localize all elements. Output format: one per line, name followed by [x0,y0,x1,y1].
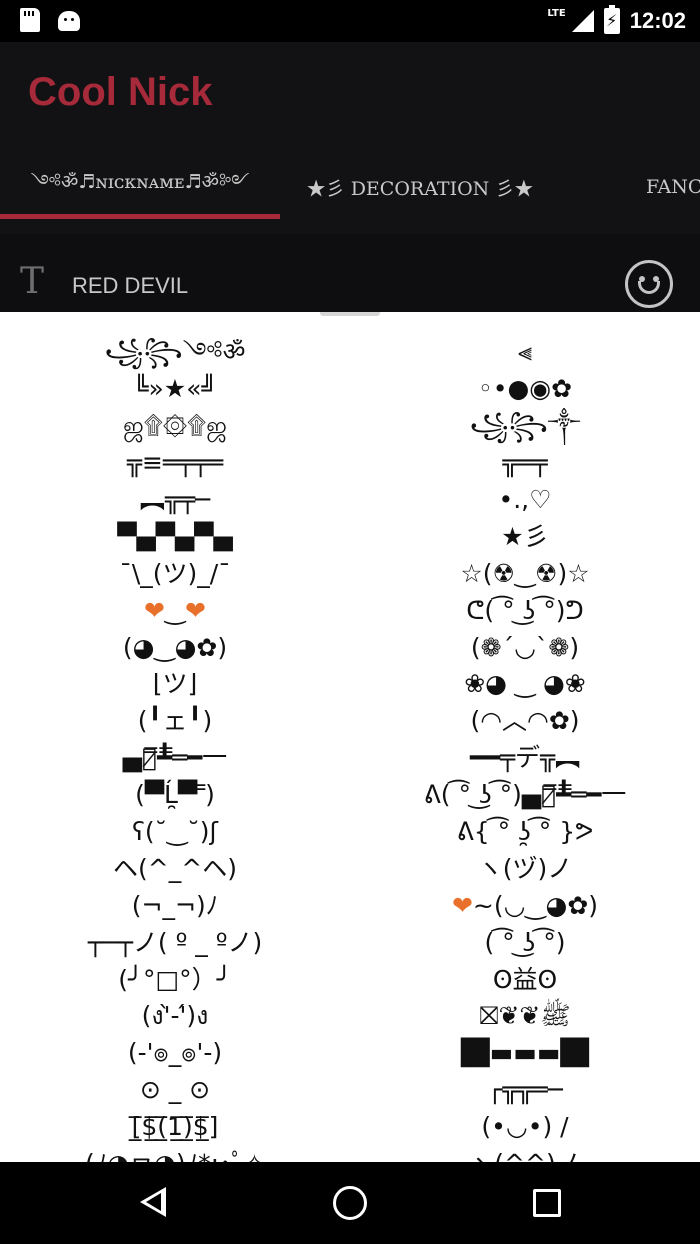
drag-handle[interactable] [320,312,380,316]
list-item[interactable]: ⫷ [360,334,690,371]
status-bar: LTE ⚡ 12:02 [0,0,700,42]
list-item[interactable]: ʕ(˘‿˘)ʃ [10,814,340,851]
list-item[interactable]: ᕦ( ͡° ͜ʖ ͡°)ᕤ [360,592,690,629]
list-item[interactable]: •.,♡ [360,482,690,519]
list-item[interactable]: ❀◕ ‿ ◕❀ [360,666,690,703]
network-type: LTE [547,7,566,19]
list-item[interactable]: ヽ(ヅ)ノ [360,850,690,887]
list-item[interactable]: [̲̅$̲̅(̲̅1̲̅)̲̅$̲̅] [10,1109,340,1146]
signal-icon [571,10,594,32]
list-item[interactable]: ╚»★«╝ [10,371,340,408]
list-item[interactable]: ▀▄▀▄▀▄ [10,518,340,555]
list-item[interactable]: ஜ۩۞۩ஜ [10,408,340,445]
app-title: Cool Nick [28,70,213,114]
list-item[interactable]: (-'๏_๏'-) [10,1035,340,1072]
tab-fancy[interactable]: FANCY [560,152,700,222]
list-item[interactable]: ʘ益ʘ [360,961,690,998]
list-item[interactable]: ━━╤デ╦︻ [360,740,690,777]
home-icon[interactable] [333,1186,367,1220]
list-item[interactable]: ⌊ツ⌋ [10,666,340,703]
list-item[interactable]: ❤ ‿ ❤ [10,592,340,629]
list-item[interactable]: (◠︿◠✿) [360,703,690,740]
list-item[interactable]: ヽ(^^)ノ [360,1146,690,1162]
list-item[interactable]: (▀̿Ĺ̯▀̿ ̿) [10,777,340,814]
app-bar: Cool Nick ༺ॐ♬ɴɪᴄᴋɴᴀᴍᴇ♬ॐ༻ ★彡 DECORATION 彡… [0,42,700,234]
nickname-input-bar: T [0,234,700,312]
list-item[interactable]: (╯°□°）╯ [10,961,340,998]
list-item[interactable]: ╦═╤ [360,445,690,482]
list-item[interactable]: ꧁꧂༺ॐ [10,334,340,371]
list-item[interactable]: (ﾉ◕ヮ◕)ﾉ*:･ﾟ✧ [10,1146,340,1162]
list-item[interactable]: ︻╦╤─ [10,482,340,519]
tab-nickname[interactable]: ༺ॐ♬ɴɪᴄᴋɴᴀᴍᴇ♬ॐ༻ [0,152,280,222]
tab-indicator [0,214,280,219]
text-icon: T [20,261,45,302]
list-item[interactable]: ❤ ~(◡‿◕✿) [360,887,690,924]
list-item[interactable]: (❁´◡`❁) [360,629,690,666]
list-column-right: ⫷ ◦•●◉✿ ꧁꧂༒ ╦═╤ •.,♡ ★彡 ☆(☢‿☢)☆ ᕦ( ͡° ͜ʖ ͡°)ᕤ (❁… [350,334,700,1162]
list-item[interactable]: ┌╦╦═─ [360,1072,690,1109]
list-item[interactable]: ▐█▬▬▬█▌ [360,1035,690,1072]
list-item[interactable]: ╦≡═╤╤═ [10,445,340,482]
list-item[interactable]: ¯\_(ツ)_/¯ [10,555,340,592]
tab-decoration[interactable]: ★彡 DECORATION 彡★ [280,152,560,222]
list-item[interactable]: ᕕ( ͡° ͜ʖ ͡°)▄︻̷̿┻̿═━一 [360,777,690,814]
list-item[interactable]: ☆(☢‿☢)☆ [360,555,690,592]
android-icon [58,11,80,31]
list-item[interactable]: (╹ェ╹) [10,703,340,740]
list-column-left: ꧁꧂༺ॐ ╚»★«╝ ஜ۩۞۩ஜ ╦≡═╤╤═ ︻╦╤─ ▀▄▀▄▀▄ ¯\_(ツ)_/¯ ❤… [0,334,350,1162]
list-item[interactable]: ◦•●◉✿ [360,371,690,408]
list-item[interactable]: ▄︻̷̿┻̿═━一 [10,740,340,777]
list-item[interactable]: (•◡•) / [360,1109,690,1146]
battery-icon: ⚡ [603,5,620,34]
clock: 12:02 [629,8,686,33]
smiley-icon[interactable] [625,260,673,308]
list-item[interactable]: ⛝❦❦ﷺ [360,998,690,1035]
list-item[interactable]: ( ͡° ͜ʖ ͡°) [360,924,690,961]
navigation-bar [0,1162,700,1244]
list-item[interactable]: ⊙ _ ⊙ [10,1072,340,1109]
list-item[interactable]: (◕‿◕✿) [10,629,340,666]
back-icon[interactable] [140,1187,166,1217]
recents-icon[interactable] [533,1189,561,1217]
nickname-list: ꧁꧂༺ॐ ╚»★«╝ ஜ۩۞۩ஜ ╦≡═╤╤═ ︻╦╤─ ▀▄▀▄▀▄ ¯\_(ツ)_/¯ ❤… [0,312,700,1162]
tab-bar: ༺ॐ♬ɴɪᴄᴋɴᴀᴍᴇ♬ॐ༻ ★彡 DECORATION 彡★ FANCY [0,152,700,222]
list-item[interactable]: ┬─┬ノ( º _ ºノ) [10,924,340,961]
list-item[interactable]: ★彡 [360,518,690,555]
list-item[interactable]: (ง'̀-'́)ง [10,998,340,1035]
list-item[interactable]: ヘ(^_^ヘ) [10,850,340,887]
sd-card-icon [20,8,40,32]
nickname-input[interactable] [72,272,592,300]
list-item[interactable]: ᕕ{ ͡° ʖ̯ ͡° }ᕗ [360,814,690,851]
list-item[interactable]: ꧁꧂༒ [360,408,690,445]
list-item[interactable]: (¬_¬)ﾉ [10,887,340,924]
